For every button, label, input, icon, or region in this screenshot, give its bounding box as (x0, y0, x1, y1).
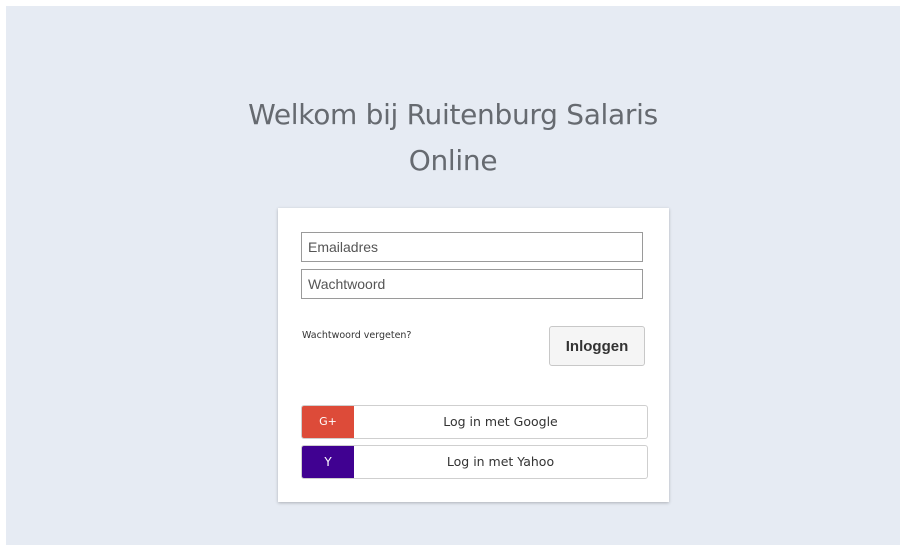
login-card: Wachtwoord vergeten? Inloggen G+ Log in … (278, 208, 669, 502)
google-plus-icon: G+ (302, 406, 354, 438)
yahoo-login-label: Log in met Yahoo (446, 454, 555, 469)
google-login-button[interactable]: G+ Log in met Google (301, 405, 648, 439)
yahoo-login-button[interactable]: Y Log in met Yahoo (301, 445, 648, 479)
google-login-label: Log in met Google (443, 414, 558, 429)
email-field[interactable] (301, 232, 643, 262)
page-title-line-2: Online (408, 143, 498, 177)
password-field[interactable] (301, 269, 643, 299)
page-title: Welkom bij Ruitenburg Salaris Online (6, 92, 900, 184)
forgot-password-link[interactable]: Wachtwoord vergeten? (302, 330, 411, 341)
login-button[interactable]: Inloggen (549, 326, 645, 366)
page-title-line-1: Welkom bij Ruitenburg Salaris (248, 97, 658, 131)
yahoo-icon: Y (302, 446, 354, 478)
login-page: Welkom bij Ruitenburg Salaris Online Wac… (6, 6, 900, 545)
